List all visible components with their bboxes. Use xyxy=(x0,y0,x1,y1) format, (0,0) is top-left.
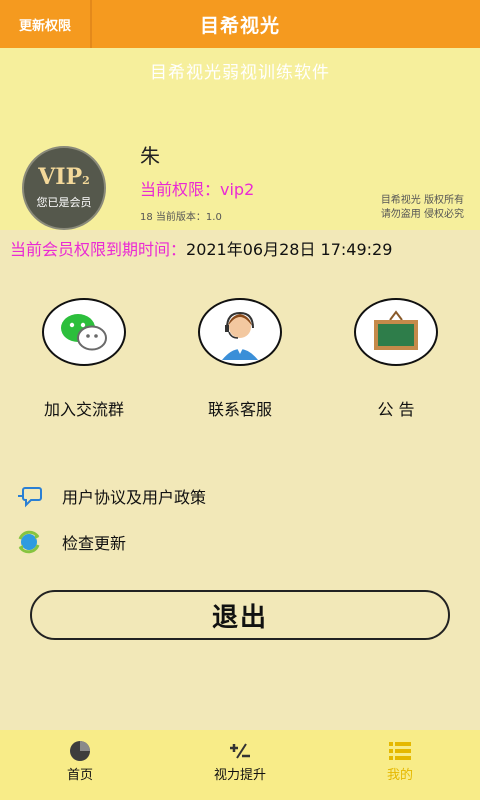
avatar[interactable]: VIP2 您已是会员 xyxy=(22,146,106,230)
tab-mine-label: 我的 xyxy=(386,768,413,783)
version-label: 18 当前版本：1.0 xyxy=(140,212,222,223)
join-group-button[interactable]: 加入交流群 xyxy=(42,298,126,419)
list-item-check-update[interactable]: 检查更新 xyxy=(14,526,454,558)
profile-card: 目希视光弱视训练软件 VIP2 您已是会员 朱 当前权限：vip2 18 当前版… xyxy=(0,48,480,230)
tab-home[interactable]: 首页 xyxy=(0,730,160,800)
user-name: 朱 xyxy=(140,144,160,168)
member-label: 您已是会员 xyxy=(36,196,92,209)
announcement-button[interactable]: 公 告 xyxy=(354,298,438,419)
tab-home-label: 首页 xyxy=(66,768,93,783)
check-update-label: 检查更新 xyxy=(62,534,127,553)
wechat-icon xyxy=(42,298,126,366)
tab-vision-improve[interactable]: 视力提升 xyxy=(160,730,320,800)
chat-bubble-icon xyxy=(14,481,44,511)
tab-vision-improve-label: 视力提升 xyxy=(213,768,266,783)
contact-service-button[interactable]: 联系客服 xyxy=(198,298,282,419)
expiry-time: 当前会员权限到期时间：2021年06月28日 17:49:29 xyxy=(10,236,392,260)
user-agreement-label: 用户协议及用户政策 xyxy=(62,488,207,507)
permission-label: 当前权限：vip2 xyxy=(140,180,255,199)
expiry-value: 2021年06月28日 17:49:29 xyxy=(186,240,393,259)
app-subtitle: 目希视光弱视训练软件 xyxy=(150,63,330,83)
logout-button[interactable]: 退出 xyxy=(30,590,450,640)
announcement-label: 公 告 xyxy=(377,400,415,419)
pie-chart-icon xyxy=(68,740,92,762)
blackboard-icon xyxy=(354,298,438,366)
refresh-icon xyxy=(14,527,44,557)
contact-service-label: 联系客服 xyxy=(207,400,272,419)
top-bar: 更新权限 目希视光 xyxy=(0,0,480,48)
join-group-label: 加入交流群 xyxy=(43,400,124,419)
vip-badge: VIP2 xyxy=(38,164,90,190)
list-icon xyxy=(388,740,412,762)
bottom-tab-bar: 首页 视力提升 我的 xyxy=(0,730,480,800)
tab-mine[interactable]: 我的 xyxy=(320,730,480,800)
update-permission-button[interactable]: 更新权限 xyxy=(0,0,92,48)
plus-minus-icon xyxy=(228,740,252,762)
expiry-label: 当前会员权限到期时间： xyxy=(10,240,187,259)
list-item-user-agreement[interactable]: 用户协议及用户政策 xyxy=(14,480,454,512)
copyright-notice: 目希视光 版权所有 请勿盗用 侵权必究 xyxy=(380,195,464,220)
customer-service-icon xyxy=(198,298,282,366)
